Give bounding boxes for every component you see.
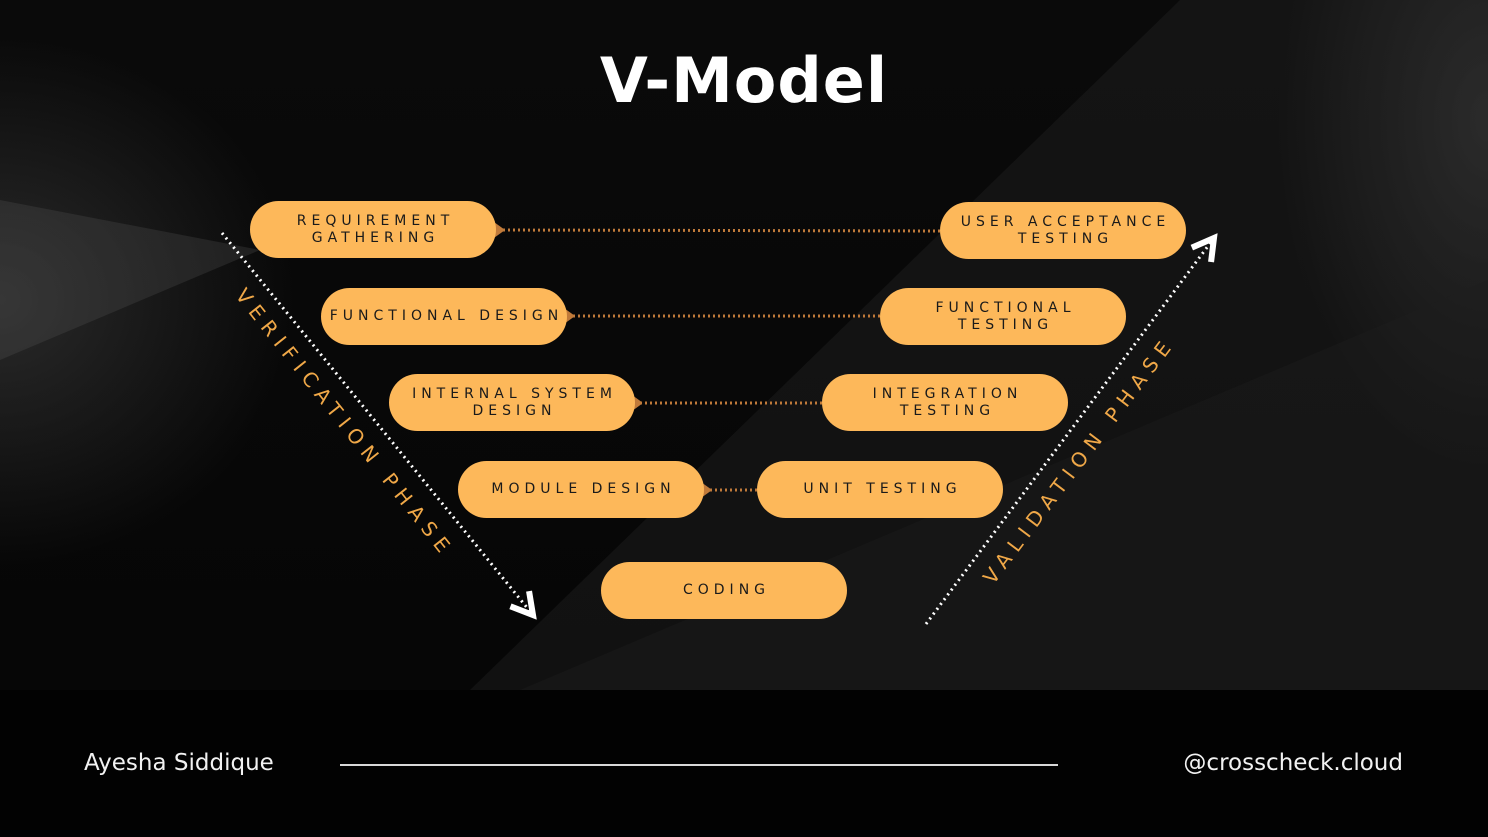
pill-functional-testing: FUNCTIONAL TESTING — [880, 288, 1126, 345]
pill-label: MODULE DESIGN — [491, 481, 676, 497]
footer-divider — [340, 764, 1058, 766]
pill-internal-system-design: INTERNAL SYSTEM DESIGN — [389, 374, 635, 431]
connector-arrow-uat-to-requirement — [500, 230, 941, 231]
pill-coding: CODING — [601, 562, 847, 619]
pill-functional-design: FUNCTIONAL DESIGN — [321, 288, 567, 345]
pill-requirement-gathering: REQUIREMENT GATHERING — [250, 201, 496, 258]
pill-label: INTERNAL SYSTEM DESIGN — [412, 385, 617, 419]
pill-user-acceptance-testing: USER ACCEPTANCE TESTING — [940, 202, 1186, 259]
connectors — [220, 0, 1488, 625]
pill-label: FUNCTIONAL DESIGN — [329, 308, 564, 324]
social-handle: @crosscheck.cloud — [1183, 750, 1403, 776]
author-name: Ayesha Siddique — [84, 750, 274, 776]
pill-integration-testing: INTEGRATION TESTING — [822, 374, 1068, 431]
pill-label: UNIT TESTING — [803, 481, 962, 497]
pill-label: FUNCTIONAL TESTING — [935, 299, 1076, 333]
pill-label: USER ACCEPTANCE TESTING — [960, 213, 1171, 247]
pill-label: REQUIREMENT GATHERING — [296, 212, 455, 246]
pill-module-design: MODULE DESIGN — [458, 461, 704, 518]
pill-unit-testing: UNIT TESTING — [757, 461, 1003, 518]
pill-label: CODING — [682, 582, 771, 598]
pill-label: INTEGRATION TESTING — [872, 385, 1023, 419]
